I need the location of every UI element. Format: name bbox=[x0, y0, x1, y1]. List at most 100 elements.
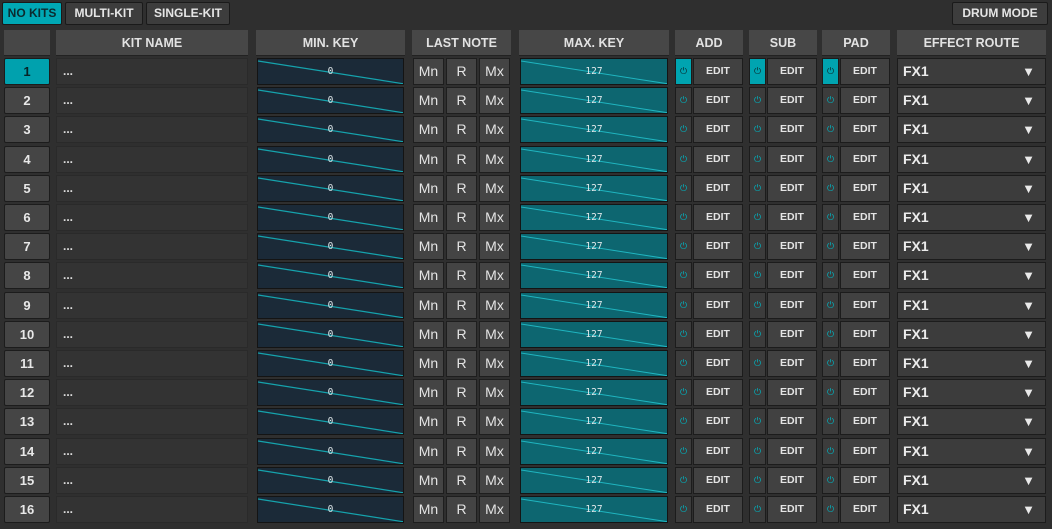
min-key-slider[interactable]: 0 bbox=[257, 58, 404, 85]
sub-edit-button[interactable]: EDIT bbox=[767, 408, 817, 435]
add-power-icon[interactable]: ⏻ bbox=[675, 350, 692, 377]
add-edit-button[interactable]: EDIT bbox=[693, 408, 743, 435]
last-note-mx-button[interactable]: Mx bbox=[479, 292, 510, 319]
last-note-mn-button[interactable]: Mn bbox=[413, 146, 444, 173]
no-kits-button[interactable]: NO KITS bbox=[2, 2, 62, 25]
kit-number-button[interactable]: 16 bbox=[4, 496, 50, 523]
add-edit-button[interactable]: EDIT bbox=[693, 116, 743, 143]
min-key-slider[interactable]: 0 bbox=[257, 408, 404, 435]
sub-edit-button[interactable]: EDIT bbox=[767, 58, 817, 85]
last-note-mx-button[interactable]: Mx bbox=[479, 350, 510, 377]
add-edit-button[interactable]: EDIT bbox=[693, 350, 743, 377]
last-note-mx-button[interactable]: Mx bbox=[479, 204, 510, 231]
add-power-icon[interactable]: ⏻ bbox=[675, 116, 692, 143]
add-power-icon[interactable]: ⏻ bbox=[675, 233, 692, 260]
pad-power-icon[interactable]: ⏻ bbox=[822, 116, 839, 143]
add-power-icon[interactable]: ⏻ bbox=[675, 438, 692, 465]
pad-power-icon[interactable]: ⏻ bbox=[822, 438, 839, 465]
max-key-slider[interactable]: 127 bbox=[520, 467, 668, 494]
min-key-slider[interactable]: 0 bbox=[257, 175, 404, 202]
max-key-slider[interactable]: 127 bbox=[520, 292, 668, 319]
kit-name-field[interactable]: ... bbox=[56, 321, 248, 348]
last-note-mn-button[interactable]: Mn bbox=[413, 496, 444, 523]
last-note-mn-button[interactable]: Mn bbox=[413, 175, 444, 202]
add-edit-button[interactable]: EDIT bbox=[693, 379, 743, 406]
kit-name-field[interactable]: ... bbox=[56, 438, 248, 465]
kit-name-field[interactable]: ... bbox=[56, 204, 248, 231]
kit-number-button[interactable]: 9 bbox=[4, 292, 50, 319]
last-note-mn-button[interactable]: Mn bbox=[413, 467, 444, 494]
pad-edit-button[interactable]: EDIT bbox=[840, 262, 890, 289]
last-note-r-button[interactable]: R bbox=[446, 350, 477, 377]
add-power-icon[interactable]: ⏻ bbox=[675, 379, 692, 406]
last-note-r-button[interactable]: R bbox=[446, 116, 477, 143]
kit-name-field[interactable]: ... bbox=[56, 175, 248, 202]
pad-power-icon[interactable]: ⏻ bbox=[822, 233, 839, 260]
pad-power-icon[interactable]: ⏻ bbox=[822, 292, 839, 319]
add-edit-button[interactable]: EDIT bbox=[693, 233, 743, 260]
kit-number-button[interactable]: 1 bbox=[4, 58, 50, 85]
last-note-r-button[interactable]: R bbox=[446, 379, 477, 406]
pad-edit-button[interactable]: EDIT bbox=[840, 496, 890, 523]
add-edit-button[interactable]: EDIT bbox=[693, 87, 743, 114]
single-kit-button[interactable]: SINGLE-KIT bbox=[146, 2, 230, 25]
sub-edit-button[interactable]: EDIT bbox=[767, 204, 817, 231]
sub-edit-button[interactable]: EDIT bbox=[767, 87, 817, 114]
max-key-slider[interactable]: 127 bbox=[520, 116, 668, 143]
last-note-mx-button[interactable]: Mx bbox=[479, 467, 510, 494]
pad-power-icon[interactable]: ⏻ bbox=[822, 350, 839, 377]
sub-power-icon[interactable]: ⏻ bbox=[749, 292, 766, 319]
last-note-r-button[interactable]: R bbox=[446, 175, 477, 202]
last-note-mx-button[interactable]: Mx bbox=[479, 116, 510, 143]
effect-route-select[interactable]: FX1 ▼ bbox=[897, 233, 1046, 260]
sub-edit-button[interactable]: EDIT bbox=[767, 233, 817, 260]
multi-kit-button[interactable]: MULTI-KIT bbox=[65, 2, 143, 25]
min-key-slider[interactable]: 0 bbox=[257, 321, 404, 348]
last-note-r-button[interactable]: R bbox=[446, 438, 477, 465]
kit-name-field[interactable]: ... bbox=[56, 408, 248, 435]
sub-power-icon[interactable]: ⏻ bbox=[749, 467, 766, 494]
pad-power-icon[interactable]: ⏻ bbox=[822, 175, 839, 202]
last-note-mx-button[interactable]: Mx bbox=[479, 175, 510, 202]
pad-edit-button[interactable]: EDIT bbox=[840, 438, 890, 465]
kit-name-field[interactable]: ... bbox=[56, 58, 248, 85]
effect-route-select[interactable]: FX1 ▼ bbox=[897, 262, 1046, 289]
sub-edit-button[interactable]: EDIT bbox=[767, 438, 817, 465]
effect-route-select[interactable]: FX1 ▼ bbox=[897, 146, 1046, 173]
sub-edit-button[interactable]: EDIT bbox=[767, 321, 817, 348]
max-key-slider[interactable]: 127 bbox=[520, 204, 668, 231]
add-power-icon[interactable]: ⏻ bbox=[675, 467, 692, 494]
max-key-slider[interactable]: 127 bbox=[520, 379, 668, 406]
kit-name-field[interactable]: ... bbox=[56, 146, 248, 173]
kit-number-button[interactable]: 4 bbox=[4, 146, 50, 173]
last-note-mx-button[interactable]: Mx bbox=[479, 438, 510, 465]
last-note-r-button[interactable]: R bbox=[446, 496, 477, 523]
sub-edit-button[interactable]: EDIT bbox=[767, 292, 817, 319]
effect-route-select[interactable]: FX1 ▼ bbox=[897, 204, 1046, 231]
kit-name-field[interactable]: ... bbox=[56, 292, 248, 319]
drum-mode-button[interactable]: DRUM MODE bbox=[952, 2, 1048, 25]
max-key-slider[interactable]: 127 bbox=[520, 146, 668, 173]
pad-edit-button[interactable]: EDIT bbox=[840, 175, 890, 202]
sub-edit-button[interactable]: EDIT bbox=[767, 262, 817, 289]
sub-power-icon[interactable]: ⏻ bbox=[749, 146, 766, 173]
max-key-slider[interactable]: 127 bbox=[520, 175, 668, 202]
effect-route-select[interactable]: FX1 ▼ bbox=[897, 408, 1046, 435]
add-edit-button[interactable]: EDIT bbox=[693, 496, 743, 523]
add-power-icon[interactable]: ⏻ bbox=[675, 87, 692, 114]
effect-route-select[interactable]: FX1 ▼ bbox=[897, 116, 1046, 143]
pad-power-icon[interactable]: ⏻ bbox=[822, 379, 839, 406]
min-key-slider[interactable]: 0 bbox=[257, 496, 404, 523]
last-note-mx-button[interactable]: Mx bbox=[479, 146, 510, 173]
effect-route-select[interactable]: FX1 ▼ bbox=[897, 321, 1046, 348]
pad-edit-button[interactable]: EDIT bbox=[840, 116, 890, 143]
kit-number-button[interactable]: 3 bbox=[4, 116, 50, 143]
sub-edit-button[interactable]: EDIT bbox=[767, 496, 817, 523]
kit-number-button[interactable]: 7 bbox=[4, 233, 50, 260]
kit-number-button[interactable]: 2 bbox=[4, 87, 50, 114]
sub-edit-button[interactable]: EDIT bbox=[767, 467, 817, 494]
last-note-mn-button[interactable]: Mn bbox=[413, 116, 444, 143]
last-note-r-button[interactable]: R bbox=[446, 467, 477, 494]
min-key-slider[interactable]: 0 bbox=[257, 116, 404, 143]
sub-power-icon[interactable]: ⏻ bbox=[749, 233, 766, 260]
